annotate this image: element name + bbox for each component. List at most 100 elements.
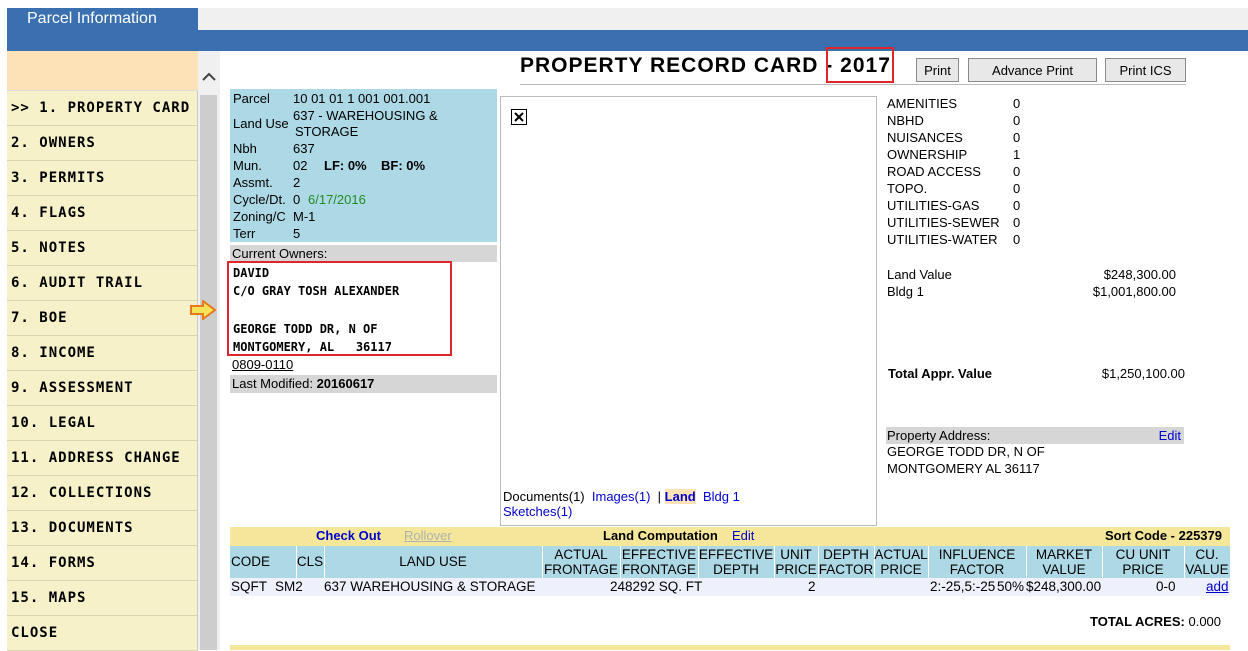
total-acres-label: TOTAL ACRES: — [1090, 614, 1185, 629]
assmt-value: 2 — [293, 175, 301, 190]
amenity-value: 0 — [1013, 164, 1021, 179]
scrollbar-thumb[interactable] — [200, 95, 217, 650]
amenity-value: 0 — [1013, 113, 1021, 128]
sidebar-item-boe[interactable]: 7. BOE — [7, 301, 198, 336]
col-effective-frontage: EFFECTIVE FRONTAGE — [621, 547, 697, 577]
amenity-value: 0 — [1013, 198, 1021, 213]
parcel-label: Parcel — [233, 91, 270, 106]
land-use-label: Land Use — [233, 116, 289, 131]
amenity-value: 1 — [1013, 147, 1021, 162]
amenity-label: NBHD — [887, 113, 924, 128]
cell-unit-price: 2 — [808, 579, 816, 594]
owners-box: DAVID C/O GRAY TOSH ALEXANDER GEORGE TOD… — [227, 261, 452, 356]
parcel-number-link[interactable]: 0809-0110 — [232, 357, 293, 372]
col-actual-price: ACTUAL PRICE — [874, 547, 928, 577]
address-line-2: MONTGOMERY AL 36117 — [887, 461, 1040, 476]
top-margin — [0, 0, 1248, 8]
media-links: Documents(1) Images(1) | Land Bldg 1 Ske… — [503, 489, 740, 519]
header-divider — [520, 84, 1186, 85]
broken-image-icon[interactable] — [511, 109, 527, 125]
sidebar-item-audit-trail[interactable]: 6. AUDIT TRAIL — [7, 266, 198, 301]
col-depth-factor: DEPTH FACTOR — [818, 547, 874, 577]
add-link[interactable]: add — [1206, 579, 1229, 594]
land-table-header: CODE CLS LAND USE ACTUAL FRONTAGE EFFECT… — [230, 546, 1230, 578]
sidebar-item-flags[interactable]: 4. FLAGS — [7, 196, 198, 231]
page-title-text: PROPERTY RECORD CARD - — [520, 54, 834, 77]
sidebar-item-forms[interactable]: 14. FORMS — [7, 546, 198, 581]
documents-link[interactable]: Documents(1) — [503, 489, 585, 504]
amenity-label: ROAD ACCESS — [887, 164, 981, 179]
table-row: SQFT SM2 637 WAREHOUSING & STORAGE 24829… — [230, 578, 1230, 596]
col-actual-frontage: ACTUAL FRONTAGE — [544, 547, 618, 577]
amenity-value: 0 — [1013, 130, 1021, 145]
tab-strip — [198, 8, 1248, 30]
bf-value: BF: 0% — [381, 158, 426, 173]
amenity-value: 0 — [1013, 232, 1021, 247]
bldg-link[interactable]: Bldg 1 — [703, 489, 740, 504]
parcel-info-panel: Parcel 10 01 01 1 001 001.001 Land Use 6… — [230, 89, 497, 242]
sort-code: Sort Code - 225379 — [1104, 528, 1222, 543]
last-modified: Last Modified: 20160617 — [230, 375, 497, 393]
land-table-toolbar: Check Out Rollover Land Computation Edit… — [230, 527, 1230, 546]
amenity-label: TOPO. — [887, 181, 928, 196]
land-computation-edit[interactable]: Edit — [732, 528, 754, 543]
total-value-label: Total Appr. Value — [888, 366, 993, 381]
amenity-value: 0 — [1013, 215, 1021, 230]
sidebar: >> 1. PROPERTY CARD 2. OWNERS 3. PERMITS… — [7, 51, 198, 651]
print-ics-button[interactable]: Print ICS — [1105, 58, 1186, 82]
sidebar-scrollbar[interactable] — [198, 51, 220, 650]
total-acres-value: 0.000 — [1188, 614, 1222, 629]
sketches-link[interactable]: Sketches(1) — [503, 504, 572, 519]
check-out-link[interactable]: Check Out — [316, 528, 381, 543]
terr-value: 5 — [293, 226, 301, 241]
sidebar-item-notes[interactable]: 5. NOTES — [7, 231, 198, 266]
bldg-value-label: Bldg 1 — [887, 284, 924, 299]
rollover-link[interactable]: Rollover — [404, 528, 452, 543]
sidebar-item-assessment[interactable]: 9. ASSESSMENT — [7, 371, 198, 406]
sidebar-item-documents[interactable]: 13. DOCUMENTS — [7, 511, 198, 546]
sidebar-item-property-card[interactable]: >> 1. PROPERTY CARD — [7, 91, 198, 126]
sidebar-header — [7, 51, 198, 91]
tab-parcel-information[interactable]: Parcel Information — [7, 8, 198, 30]
arrow-right-icon — [190, 299, 217, 323]
amenity-label: UTILITIES-WATER — [887, 232, 998, 247]
owner-line: DAVID — [233, 266, 270, 280]
cell-frontage: 248292 SQ. FT — [610, 579, 703, 594]
last-modified-value: 20160617 — [316, 376, 375, 391]
sidebar-item-address-change[interactable]: 11. ADDRESS CHANGE — [7, 441, 198, 476]
images-link[interactable]: Images(1) — [592, 489, 651, 504]
land-link[interactable]: Land — [664, 489, 696, 504]
nbh-label: Nbh — [233, 141, 257, 156]
col-unit-price: UNIT PRICE — [775, 547, 817, 577]
advance-print-button[interactable]: Advance Print — [968, 58, 1097, 82]
sidebar-item-maps[interactable]: 15. MAPS — [7, 581, 198, 616]
land-computation-label: Land Computation — [603, 528, 718, 543]
sidebar-item-legal[interactable]: 10. LEGAL — [7, 406, 198, 441]
chevron-up-icon[interactable] — [202, 69, 216, 85]
address-edit-link[interactable]: Edit — [1159, 428, 1181, 443]
sidebar-item-income[interactable]: 8. INCOME — [7, 336, 198, 371]
property-address-label: Property Address: — [887, 428, 991, 443]
col-cls: CLS — [296, 554, 324, 569]
print-button[interactable]: Print — [916, 58, 959, 82]
sidebar-item-permits[interactable]: 3. PERMITS — [7, 161, 198, 196]
zoning-value: M-1 — [293, 209, 316, 224]
owner-line: C/O GRAY TOSH ALEXANDER — [233, 284, 400, 298]
land-value-label: Land Value — [887, 267, 952, 282]
cycle-value: 0 — [293, 192, 301, 207]
sidebar-item-owners[interactable]: 2. OWNERS — [7, 126, 198, 161]
cell-cls: SM2 — [275, 579, 303, 594]
total-acres: TOTAL ACRES: 0.000 — [1090, 614, 1221, 629]
cell-percent: 50% — [997, 579, 1025, 594]
mun-label: Mun. — [233, 158, 262, 173]
footer-band — [230, 645, 1230, 650]
amenity-value: 0 — [1013, 181, 1021, 196]
land-value: $248,300.00 — [1103, 267, 1176, 282]
mun-value: 02 — [293, 158, 308, 173]
cycle-label: Cycle/Dt. — [233, 192, 286, 207]
sidebar-item-close[interactable]: CLOSE — [7, 616, 198, 651]
current-owners-heading: Current Owners: — [230, 245, 497, 262]
owner-line: GEORGE TODD DR, N OF — [233, 322, 378, 336]
amenity-label: OWNERSHIP — [887, 147, 968, 162]
sidebar-item-collections[interactable]: 12. COLLECTIONS — [7, 476, 198, 511]
